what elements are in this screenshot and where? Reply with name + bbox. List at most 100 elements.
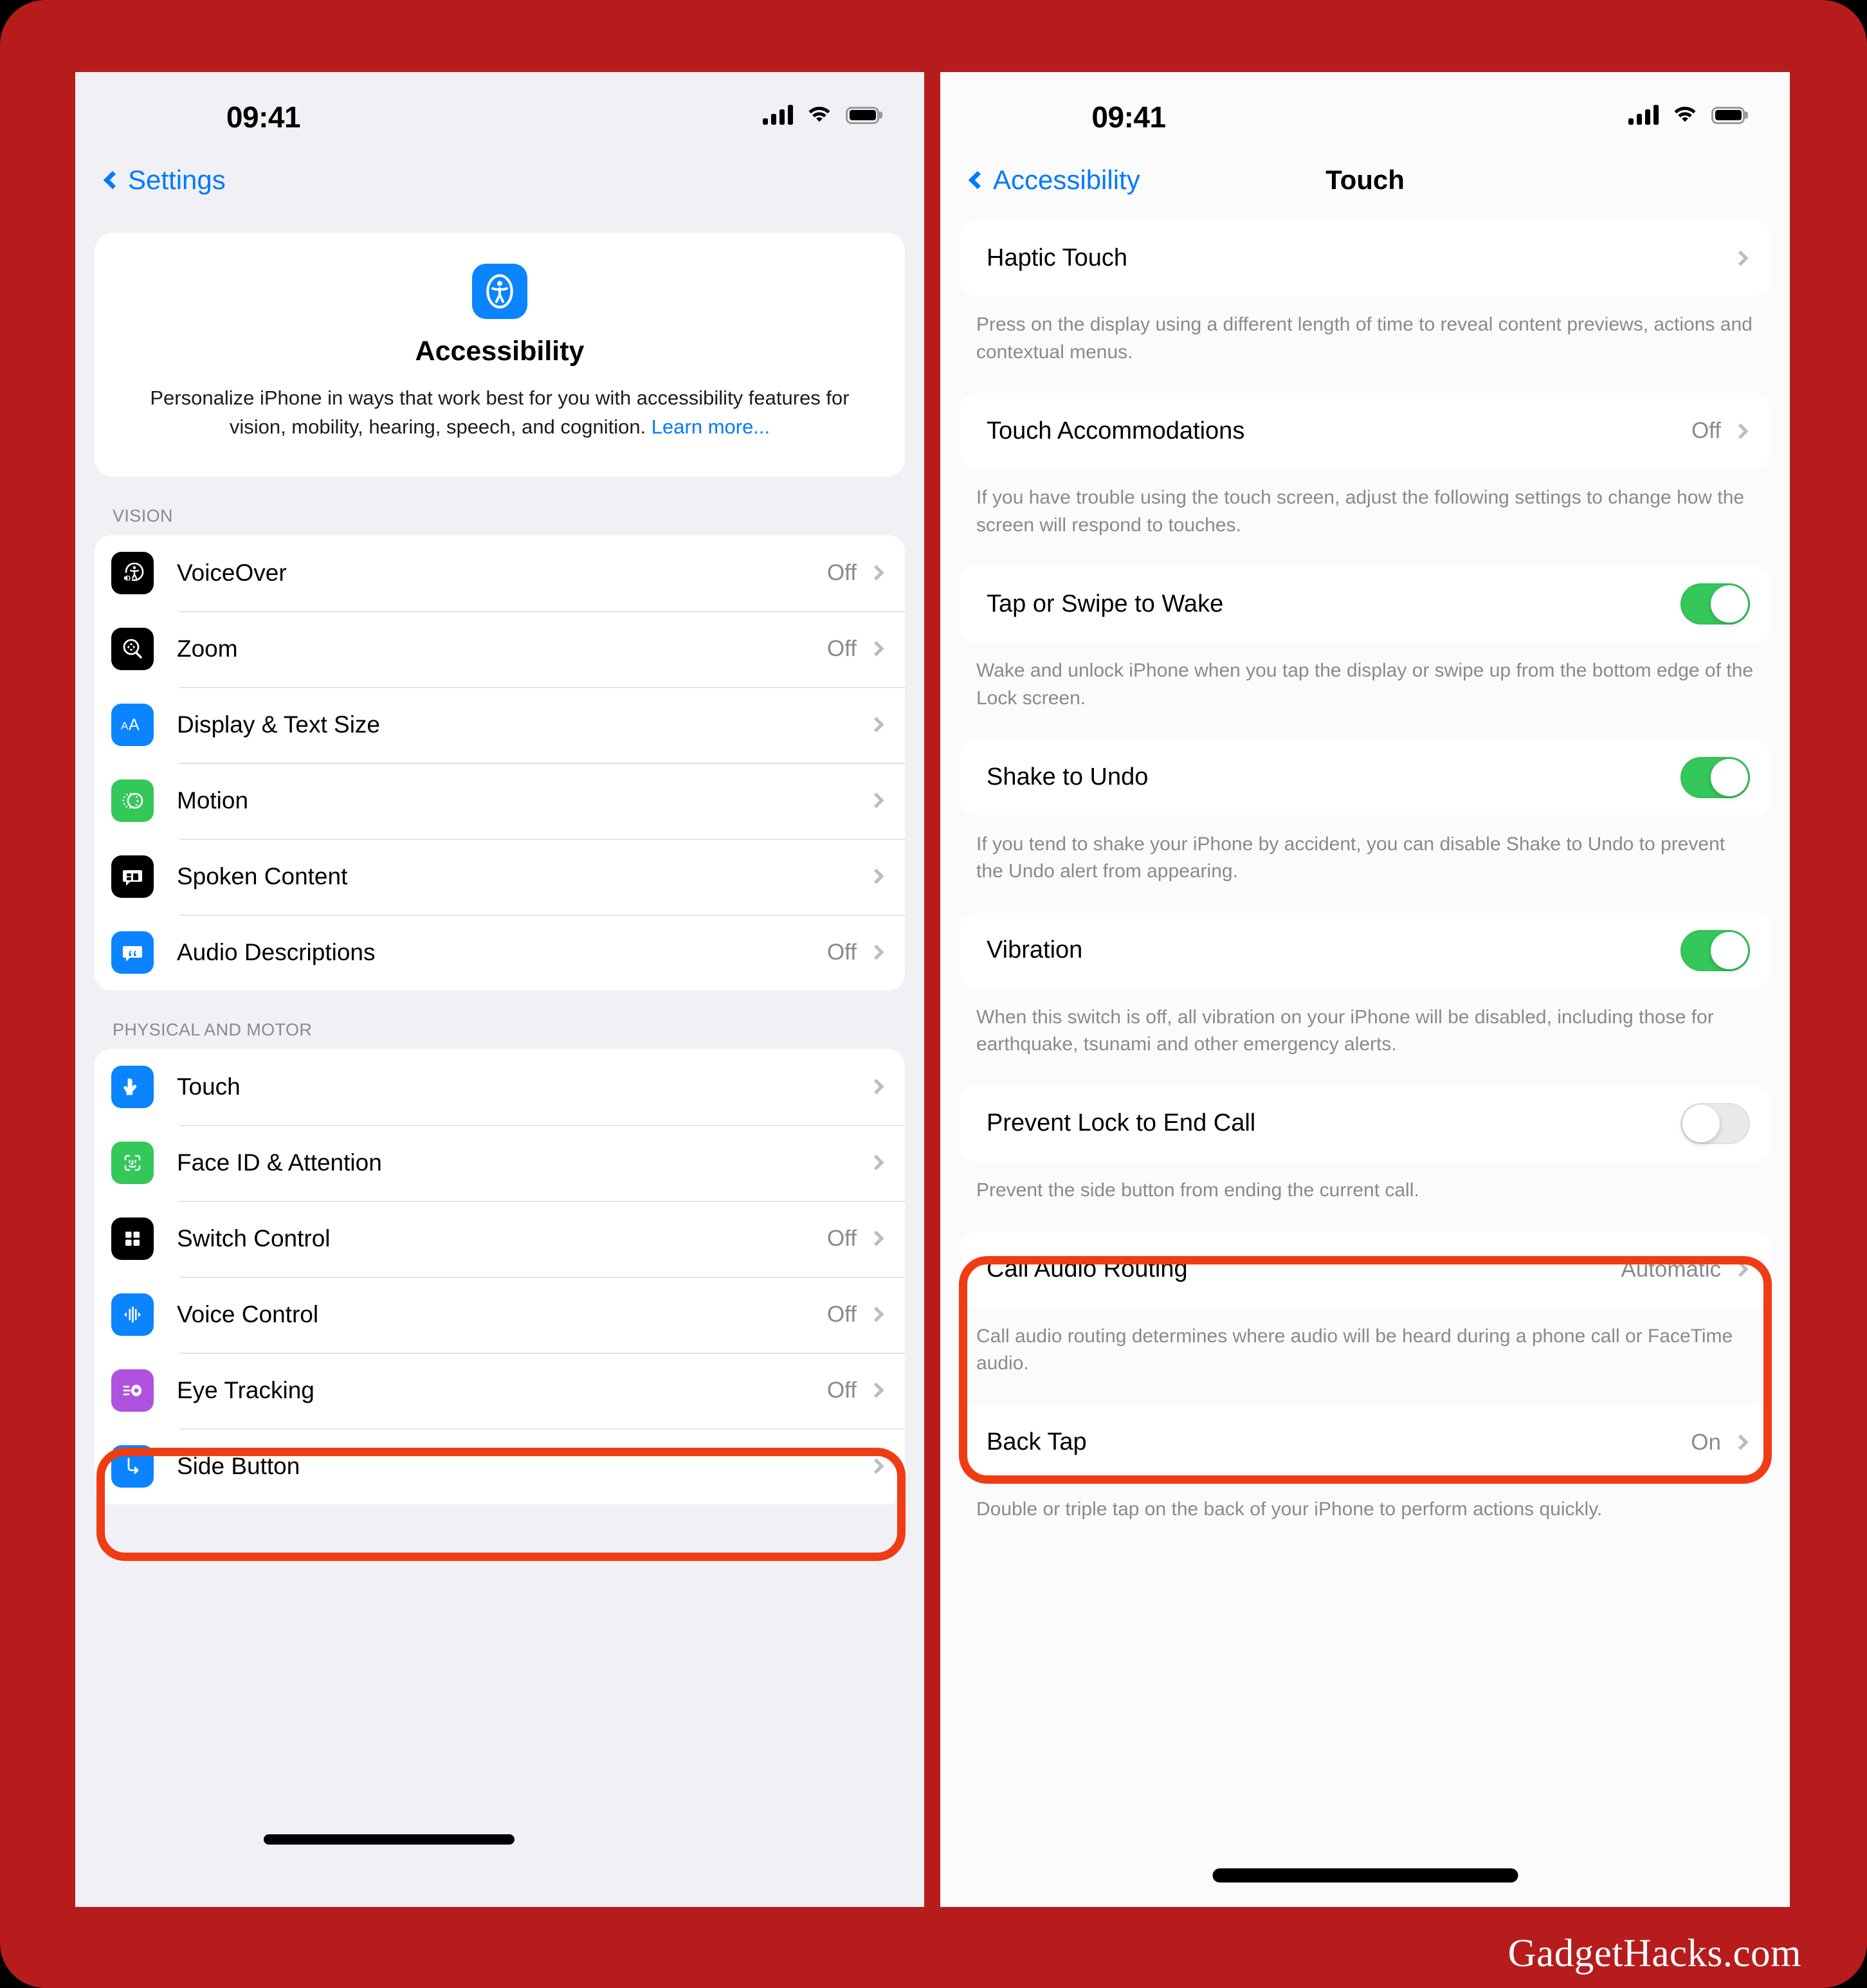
sidebar-item-eye-tracking[interactable]: Eye Tracking Off [95,1352,905,1428]
chevron-right-icon [868,868,884,884]
sidebar-item-audio-descriptions[interactable]: Audio Descriptions Off [95,914,905,990]
learn-more-link[interactable]: Learn more... [651,415,770,438]
row-value: Automatic [1621,1256,1721,1282]
footnote-shake-to-undo: If you tend to shake your iPhone by acci… [976,833,1726,882]
chevron-right-icon [868,1154,884,1171]
voice-control-icon [111,1293,154,1336]
row-label: Tap or Swipe to Wake [987,590,1224,617]
haptic-touch-card: Haptic Touch [960,220,1771,296]
spoken-content-icon [111,855,154,898]
row-label: Vibration [987,936,1083,964]
row-haptic-touch[interactable]: Haptic Touch [960,220,1771,296]
svg-text:A: A [129,716,140,734]
row-back-tap[interactable]: Back Tap On [960,1405,1771,1481]
sidebar-item-label: Spoken Content [177,862,348,889]
toggle-prevent-lock-to-end-call[interactable] [1680,1102,1750,1144]
sidebar-item-voiceover[interactable]: VoiceOver Off [95,535,905,611]
back-tap-card: Back Tap On [960,1404,1771,1481]
sidebar-item-label: Side Button [177,1452,300,1479]
footnote-tap-or-swipe-to-wake: Wake and unlock iPhone when you tap the … [976,660,1753,709]
toggle-vibration[interactable] [1680,929,1750,971]
chevron-right-icon [868,1306,884,1322]
sidebar-item-voice-control[interactable]: Voice Control Off [95,1276,905,1353]
cellular-bars-icon [1628,105,1659,125]
sidebar-item-label: Voice Control [177,1300,319,1327]
row-touch-accommodations[interactable]: Touch Accommodations Off [960,393,1771,469]
screenshot-root: 09:41 Settings Accessibility Personalize… [0,0,1867,1988]
row-label: Call Audio Routing [987,1255,1188,1283]
status-bar-time: 09:41 [1091,100,1166,134]
status-bar-icons [763,96,879,125]
row-label: Shake to Undo [987,763,1149,791]
sidebar-item-touch[interactable]: Touch [95,1049,905,1125]
footnote-call-audio-routing: Call audio routing determines where audi… [976,1325,1733,1374]
face-id-icon [111,1141,154,1184]
sidebar-item-display-text-size[interactable]: A A Display & Text Size [95,686,905,763]
section-header-physical-and-motor: PHYSICAL AND MOTOR [113,1019,313,1039]
sidebar-item-face-id-attention[interactable]: Face ID & Attention [95,1124,905,1201]
sidebar-item-value: Off [826,1225,857,1251]
back-button-settings[interactable]: Settings [101,165,226,196]
row-label: Back Tap [987,1428,1087,1456]
toggle-tap-or-swipe-to-wake[interactable] [1680,583,1750,625]
sidebar-item-value: Off [826,560,857,585]
accessibility-hero-card: Accessibility Personalize iPhone in ways… [95,233,905,477]
touch-accommodations-card: Touch Accommodations Off [960,393,1771,470]
sidebar-item-label: Eye Tracking [177,1376,314,1403]
home-indicator[interactable] [1212,1868,1518,1883]
chevron-left-icon [968,170,987,190]
sidebar-item-label: Audio Descriptions [177,938,376,965]
sidebar-item-value: Off [826,939,857,965]
row-label: Prevent Lock to End Call [987,1109,1256,1137]
battery-full-icon [846,106,879,124]
chevron-right-icon [1733,1434,1749,1450]
chevron-right-icon [868,944,884,960]
cellular-bars-icon [763,105,793,125]
scroll-indicator[interactable] [264,1834,515,1845]
sidebar-item-spoken-content[interactable]: Spoken Content [95,838,905,915]
sidebar-item-motion[interactable]: Motion [95,762,905,839]
wifi-icon [808,107,830,122]
toggle-shake-to-undo[interactable] [1680,756,1750,798]
side-button-icon [111,1445,154,1488]
chevron-right-icon [868,716,884,733]
sidebar-item-value: Off [826,1377,857,1403]
row-value: On [1691,1429,1721,1455]
footnote-prevent-lock-to-end-call: Prevent the side button from ending the … [976,1179,1419,1201]
sidebar-item-label: Face ID & Attention [177,1149,382,1176]
sidebar-item-switch-control[interactable]: Switch Control Off [95,1200,905,1277]
chevron-left-icon [103,170,122,190]
sidebar-item-zoom[interactable]: Zoom Off [95,610,905,687]
chevron-right-icon [1733,1261,1749,1277]
chevron-right-icon [1733,250,1749,266]
tap-swipe-wake-card: Tap or Swipe to Wake [960,566,1771,643]
row-call-audio-routing[interactable]: Call Audio Routing Automatic [960,1232,1771,1308]
prevent-lock-end-call-card: Prevent Lock to End Call [960,1085,1771,1162]
status-bar-icons [1628,96,1745,125]
sidebar-item-side-button[interactable]: Side Button [95,1428,905,1504]
row-prevent-lock-to-end-call: Prevent Lock to End Call [960,1086,1771,1162]
chevron-right-icon [868,1458,884,1474]
back-button-accessibility[interactable]: Accessibility [966,165,1140,196]
row-label: Touch Accommodations [987,417,1245,444]
left-phone-panel: 09:41 Settings Accessibility Personalize… [75,72,924,1907]
back-button-label: Settings [128,165,226,195]
row-shake-to-undo: Shake to Undo [960,740,1771,816]
status-bar: 09:41 [940,72,1790,149]
chevron-right-icon [1733,423,1749,439]
row-value: Off [1691,418,1721,444]
status-bar: 09:41 [75,72,924,149]
vibration-card: Vibration [960,912,1771,989]
shake-to-undo-card: Shake to Undo [960,739,1771,816]
footnote-haptic-touch: Press on the display using a different l… [976,314,1753,363]
watermark: GadgetHacks.com [1507,1932,1801,1975]
chevron-right-icon [868,1079,884,1095]
sidebar-item-value: Off [826,635,857,661]
switch-control-icon [111,1217,154,1260]
chevron-right-icon [868,565,884,581]
chevron-right-icon [868,1382,884,1398]
footnote-vibration: When this switch is off, all vibration o… [976,1006,1714,1055]
voiceover-icon [111,551,154,594]
section-header-vision: VISION [113,506,173,525]
touch-hand-icon [111,1065,154,1108]
